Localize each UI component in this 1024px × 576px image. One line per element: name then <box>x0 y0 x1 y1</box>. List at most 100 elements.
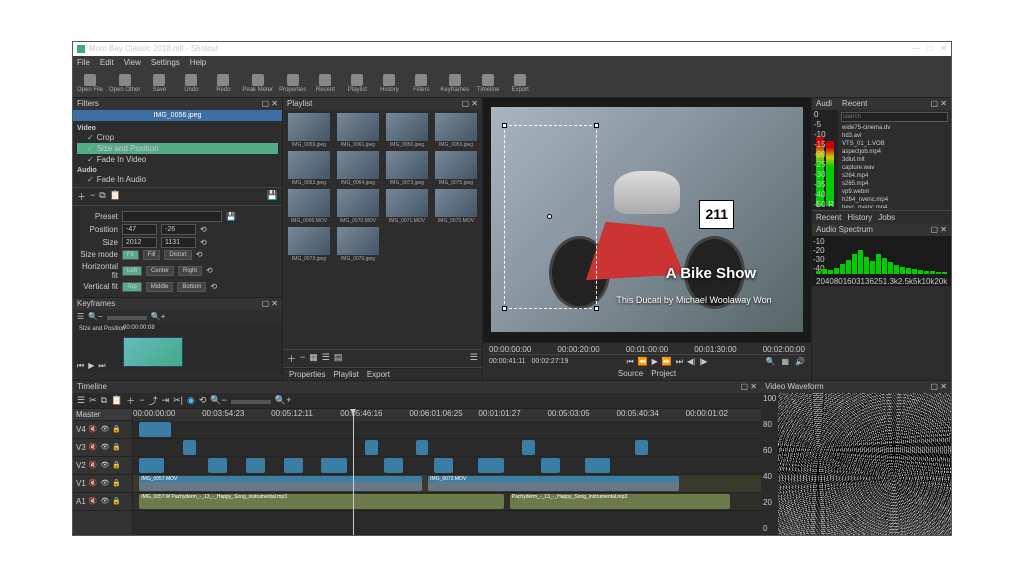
handle-br[interactable] <box>594 306 599 311</box>
clip[interactable] <box>139 458 164 473</box>
tl-append-icon[interactable]: ＋ <box>126 394 135 407</box>
timeline-close-icon[interactable]: ▢ ✕ <box>741 382 757 391</box>
mute-icon[interactable]: 🔇 <box>89 425 98 433</box>
track-header-a1[interactable]: A1🔇👁🔒 <box>73 493 132 511</box>
timeline-button[interactable]: Timeline <box>475 74 501 93</box>
recent-button[interactable]: Recent <box>312 74 338 93</box>
recent-item[interactable]: hevc_nvenc.mp4 <box>842 204 947 208</box>
tl-paste-icon[interactable]: 📋 <box>111 395 122 406</box>
redo-button[interactable]: Redo <box>210 74 236 93</box>
playlist-item[interactable]: IMG_0059.jpeg <box>286 113 332 148</box>
vfit-middle[interactable]: Middle <box>146 282 174 292</box>
playlist-button[interactable]: Playlist <box>344 74 370 93</box>
tl-scrub-icon[interactable]: ⟲ <box>199 395 207 406</box>
tab-export[interactable]: Export <box>367 370 390 379</box>
handle-center[interactable] <box>547 214 552 219</box>
preview-ruler[interactable]: 00:00:00:0000:00:20:0000:01:00:0000:01:3… <box>489 345 805 355</box>
tab-source[interactable]: Source <box>618 369 643 378</box>
clip[interactable] <box>365 440 378 455</box>
tl-delete-icon[interactable]: − <box>139 395 144 405</box>
menu-help[interactable]: Help <box>190 58 206 67</box>
recent-item[interactable]: hd3.avi <box>842 132 947 140</box>
filter-paste-icon[interactable]: 📋 <box>110 190 121 203</box>
track-row-v3[interactable] <box>133 439 761 457</box>
kf-play-icon[interactable]: ▶ <box>88 361 94 371</box>
lock-icon[interactable]: 🔒 <box>112 461 121 469</box>
tab-playlist[interactable]: Playlist <box>333 370 358 379</box>
skip-start-icon[interactable]: ⏮ <box>626 357 633 367</box>
recent-item[interactable]: s265.mp4 <box>842 180 947 188</box>
recent-item[interactable]: aspectjob.mp4 <box>842 148 947 156</box>
playlist-item[interactable]: IMG_0064.jpeg <box>335 151 381 186</box>
current-timecode[interactable]: 00:00:41:11 <box>489 358 525 365</box>
kf-zoomin-icon[interactable]: 🔍+ <box>151 312 166 321</box>
track-row-a1[interactable]: IMG_0057.M Pachyderm_-_13_-_Happy_Song_i… <box>133 493 761 511</box>
pl-menu-icon[interactable]: ☰ <box>470 352 478 365</box>
filter-item[interactable]: ✓Crop <box>77 132 278 143</box>
clip-v1[interactable]: IMG_0057.MOV <box>139 476 422 491</box>
playlist-item[interactable]: IMG_0070.MOV <box>335 189 381 224</box>
clip[interactable] <box>183 440 196 455</box>
hfit-right[interactable]: Right <box>178 266 202 276</box>
recent-item[interactable]: capture.wav <box>842 164 947 172</box>
recent-item[interactable]: vp9.webm <box>842 188 947 196</box>
kf-menu-icon[interactable]: ☰ <box>77 312 84 321</box>
track-header-v4[interactable]: V4🔇👁🔒 <box>73 421 132 439</box>
hide-icon[interactable]: 👁 <box>101 461 110 469</box>
keyframes-button[interactable]: Keyframes <box>440 74 469 93</box>
tl-snap-icon[interactable]: ◉ <box>187 395 195 406</box>
tl-lift-icon[interactable]: ⤴ <box>149 394 158 407</box>
clip[interactable] <box>541 458 560 473</box>
sizemode-reset-icon[interactable]: ⟲ <box>196 250 203 259</box>
kf-clip-thumb[interactable] <box>123 337 183 367</box>
tab-properties[interactable]: Properties <box>289 370 325 379</box>
track-header-v3[interactable]: V3🔇👁🔒 <box>73 439 132 457</box>
size-w-input[interactable] <box>122 237 157 248</box>
kf-prev-icon[interactable]: ⏮ <box>77 361 84 371</box>
mute-icon[interactable]: 🔇 <box>89 497 98 505</box>
size-reset-icon[interactable]: ⟲ <box>200 238 207 247</box>
tl-zoom-slider[interactable] <box>231 400 271 404</box>
size-h-input[interactable] <box>161 237 196 248</box>
export-button[interactable]: Export <box>507 74 533 93</box>
skip-end-icon[interactable]: ⏭ <box>676 357 683 367</box>
hide-icon[interactable]: 👁 <box>101 497 110 505</box>
pl-view1-icon[interactable]: ▦ <box>309 352 318 365</box>
play-icon[interactable]: ▶ <box>652 357 658 367</box>
selection-rect[interactable] <box>504 125 597 309</box>
open-other-button[interactable]: Open Other <box>109 74 140 93</box>
tl-menu-icon[interactable]: ☰ <box>77 395 85 406</box>
mute-icon[interactable]: 🔇 <box>89 461 98 469</box>
playlist-item[interactable]: IMG_0053.jpeg <box>433 113 479 148</box>
tl-copy-icon[interactable]: ⧉ <box>101 395 107 406</box>
spectrum-close-icon[interactable]: ▢ ✕ <box>931 225 947 234</box>
clip[interactable] <box>585 458 610 473</box>
history-button[interactable]: History <box>376 74 402 93</box>
lock-icon[interactable]: 🔒 <box>112 425 121 433</box>
recent-item[interactable]: h264_nvenc.mp4 <box>842 196 947 204</box>
kf-zoomout-icon[interactable]: 🔍− <box>88 312 103 321</box>
filter-item[interactable]: ✓Fade In Video <box>77 154 278 165</box>
pl-remove-icon[interactable]: − <box>300 352 305 365</box>
timeline-ruler[interactable]: 00:00:00:0000:03:54:2300:05:12:1100:05:4… <box>133 409 761 421</box>
recent-item[interactable]: 3dlut.mlt <box>842 156 947 164</box>
tl-zoomout-icon[interactable]: 🔍− <box>210 395 226 406</box>
recent-search-input[interactable] <box>841 112 948 122</box>
vfit-top[interactable]: Top <box>122 282 142 292</box>
recent-close-icon[interactable]: ▢ ✕ <box>931 99 947 108</box>
recent-item[interactable]: VTS_01_1.VOB <box>842 140 947 148</box>
lock-icon[interactable]: 🔒 <box>112 497 121 505</box>
filters-close-icon[interactable]: ▢ ✕ <box>262 99 278 108</box>
playlist-item[interactable]: IMG_0072.MOV <box>433 189 479 224</box>
clip[interactable] <box>434 458 453 473</box>
tl-zoomin-icon[interactable]: 🔍+ <box>275 395 291 406</box>
undo-button[interactable]: Undo <box>178 74 204 93</box>
clip[interactable] <box>139 422 170 437</box>
tl-overwrite-icon[interactable]: ⇥ <box>162 395 170 406</box>
tl-cut-icon[interactable]: ✂ <box>89 395 97 406</box>
open-file-button[interactable]: Open File <box>77 74 103 93</box>
filter-item[interactable]: ✓Size and Position <box>77 143 278 154</box>
menu-view[interactable]: View <box>124 58 141 67</box>
peak-meter-button[interactable]: Peak Meter <box>242 74 273 93</box>
hide-icon[interactable]: 👁 <box>101 443 110 451</box>
